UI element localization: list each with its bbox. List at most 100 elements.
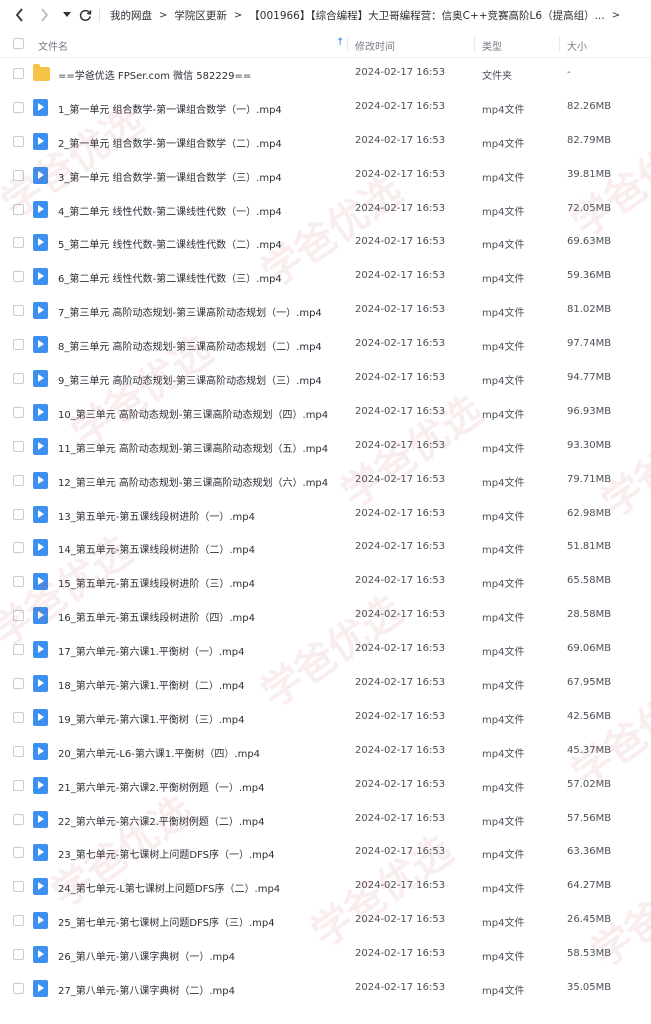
file-row[interactable]: 16_第五单元-第五课线段树进阶（四）.mp4 2024-02-17 16:53… <box>0 599 651 633</box>
row-checkbox[interactable] <box>13 474 24 486</box>
file-name[interactable]: 2_第一单元 组合数学-第一课组合数学（二）.mp4 <box>58 135 282 150</box>
file-row[interactable]: 26_第八单元-第八课字典树（一）.mp4 2024-02-17 16:53 m… <box>0 938 651 972</box>
file-name[interactable]: 6_第二单元 线性代数-第二课线性代数（三）.mp4 <box>58 270 282 285</box>
file-name[interactable]: 21_第六单元-第六课2.平衡树例题（一）.mp4 <box>58 779 265 794</box>
file-row[interactable]: 1_第一单元 组合数学-第一课组合数学（一）.mp4 2024-02-17 16… <box>0 91 651 125</box>
row-checkbox[interactable] <box>13 169 24 181</box>
file-row[interactable]: 23_第七单元-第七课树上问题DFS序（一）.mp4 2024-02-17 16… <box>0 836 651 870</box>
row-checkbox[interactable] <box>13 237 24 249</box>
file-row[interactable]: 6_第二单元 线性代数-第二课线性代数（三）.mp4 2024-02-17 16… <box>0 260 651 294</box>
file-row[interactable]: 8_第三单元 高阶动态规划-第三课高阶动态规划（二）.mp4 2024-02-1… <box>0 328 651 362</box>
file-name[interactable]: 7_第三单元 高阶动态规划-第三课高阶动态规划（一）.mp4 <box>58 304 322 319</box>
file-row[interactable]: 15_第五单元-第五课线段树进阶（三）.mp4 2024-02-17 16:53… <box>0 565 651 599</box>
row-checkbox[interactable] <box>13 711 24 723</box>
file-row[interactable]: 18_第六单元-第六课1.平衡树（二）.mp4 2024-02-17 16:53… <box>0 667 651 701</box>
select-all-checkbox[interactable] <box>13 38 24 49</box>
file-row[interactable]: 3_第一单元 组合数学-第一课组合数学（三）.mp4 2024-02-17 16… <box>0 159 651 193</box>
column-header-time[interactable]: 修改时间 <box>355 38 395 53</box>
file-name[interactable]: 26_第八单元-第八课字典树（一）.mp4 <box>58 948 235 963</box>
row-checkbox[interactable] <box>13 542 24 554</box>
file-name[interactable]: 3_第一单元 组合数学-第一课组合数学（三）.mp4 <box>58 169 282 184</box>
file-name[interactable]: 16_第五单元-第五课线段树进阶（四）.mp4 <box>58 609 255 624</box>
row-checkbox[interactable] <box>13 949 24 961</box>
file-name[interactable]: 12_第三单元 高阶动态规划-第三课高阶动态规划（六）.mp4 <box>58 474 328 489</box>
file-name[interactable]: 13_第五单元-第五课线段树进阶（一）.mp4 <box>58 508 255 523</box>
file-name[interactable]: 8_第三单元 高阶动态规划-第三课高阶动态规划（二）.mp4 <box>58 338 322 353</box>
row-checkbox[interactable] <box>13 915 24 927</box>
file-name[interactable]: 5_第二单元 线性代数-第二课线性代数（二）.mp4 <box>58 236 282 251</box>
file-row[interactable]: 22_第六单元-第六课2.平衡树例题（二）.mp4 2024-02-17 16:… <box>0 803 651 837</box>
row-checkbox[interactable] <box>13 271 24 283</box>
file-name[interactable]: 24_第七单元-L第七课树上问题DFS序（二）.mp4 <box>58 880 280 895</box>
row-checkbox[interactable] <box>13 339 24 351</box>
file-name[interactable]: 4_第二单元 线性代数-第二课线性代数（一）.mp4 <box>58 203 282 218</box>
file-name[interactable]: 9_第三单元 高阶动态规划-第三课高阶动态规划（三）.mp4 <box>58 372 322 387</box>
column-header-size[interactable]: 大小 <box>567 38 587 53</box>
row-checkbox[interactable] <box>13 305 24 317</box>
file-name[interactable]: 23_第七单元-第七课树上问题DFS序（一）.mp4 <box>58 846 275 861</box>
chevron-right-icon[interactable]: > <box>612 10 620 21</box>
file-row[interactable]: 13_第五单元-第五课线段树进阶（一）.mp4 2024-02-17 16:53… <box>0 498 651 532</box>
column-divider[interactable] <box>559 36 560 52</box>
back-button[interactable] <box>10 0 30 30</box>
row-checkbox[interactable] <box>13 847 24 859</box>
file-name[interactable]: 22_第六单元-第六课2.平衡树例题（二）.mp4 <box>58 813 265 828</box>
file-name[interactable]: 27_第八单元-第八课字典树（二）.mp4 <box>58 982 235 997</box>
column-divider[interactable] <box>474 36 475 52</box>
column-header-type[interactable]: 类型 <box>482 38 502 53</box>
file-row[interactable]: 25_第七单元-第七课树上问题DFS序（三）.mp4 2024-02-17 16… <box>0 904 651 938</box>
column-divider[interactable] <box>347 36 348 52</box>
file-name[interactable]: 25_第七单元-第七课树上问题DFS序（三）.mp4 <box>58 914 275 929</box>
row-checkbox[interactable] <box>13 813 24 825</box>
file-row[interactable]: ==学爸优选 FPSer.com 微信 582229== 2024-02-17 … <box>0 57 651 91</box>
row-checkbox[interactable] <box>13 101 24 113</box>
row-checkbox[interactable] <box>13 576 24 588</box>
file-row[interactable]: 5_第二单元 线性代数-第二课线性代数（二）.mp4 2024-02-17 16… <box>0 226 651 260</box>
row-checkbox[interactable] <box>13 440 24 452</box>
column-header-name[interactable]: 文件名 <box>38 38 68 53</box>
file-row[interactable]: 20_第六单元-L6-第六课1.平衡树（四）.mp4 2024-02-17 16… <box>0 735 651 769</box>
file-row[interactable]: 4_第二单元 线性代数-第二课线性代数（一）.mp4 2024-02-17 16… <box>0 193 651 227</box>
file-name[interactable]: 10_第三单元 高阶动态规划-第三课高阶动态规划（四）.mp4 <box>58 406 328 421</box>
file-name[interactable]: ==学爸优选 FPSer.com 微信 582229== <box>58 67 251 82</box>
file-row[interactable]: 24_第七单元-L第七课树上问题DFS序（二）.mp4 2024-02-17 1… <box>0 870 651 904</box>
file-row[interactable]: 21_第六单元-第六课2.平衡树例题（一）.mp4 2024-02-17 16:… <box>0 769 651 803</box>
row-checkbox[interactable] <box>13 135 24 147</box>
breadcrumb-item-root[interactable]: 我的网盘 <box>110 8 152 23</box>
breadcrumb-item-current[interactable]: 【001966】【综合编程】大卫哥编程营：信奥C++竞赛高阶L6（提高组）... <box>249 8 604 23</box>
forward-button[interactable] <box>34 0 54 30</box>
file-row[interactable]: 17_第六单元-第六课1.平衡树（一）.mp4 2024-02-17 16:53… <box>0 633 651 667</box>
file-name[interactable]: 19_第六单元-第六课1.平衡树（三）.mp4 <box>58 711 245 726</box>
file-row[interactable]: 10_第三单元 高阶动态规划-第三课高阶动态规划（四）.mp4 2024-02-… <box>0 396 651 430</box>
file-row[interactable]: 27_第八单元-第八课字典树（二）.mp4 2024-02-17 16:53 m… <box>0 972 651 1006</box>
row-checkbox[interactable] <box>13 745 24 757</box>
row-checkbox[interactable] <box>13 508 24 520</box>
file-name[interactable]: 18_第六单元-第六课1.平衡树（二）.mp4 <box>58 677 245 692</box>
file-name[interactable]: 11_第三单元 高阶动态规划-第三课高阶动态规划（五）.mp4 <box>58 440 328 455</box>
row-checkbox[interactable] <box>13 373 24 385</box>
row-checkbox[interactable] <box>13 779 24 791</box>
file-row[interactable]: 19_第六单元-第六课1.平衡树（三）.mp4 2024-02-17 16:53… <box>0 701 651 735</box>
file-row[interactable]: 2_第一单元 组合数学-第一课组合数学（二）.mp4 2024-02-17 16… <box>0 125 651 159</box>
file-name[interactable]: 15_第五单元-第五课线段树进阶（三）.mp4 <box>58 575 255 590</box>
row-checkbox[interactable] <box>13 406 24 418</box>
file-row[interactable]: 14_第五单元-第五课线段树进阶（二）.mp4 2024-02-17 16:53… <box>0 531 651 565</box>
row-checkbox[interactable] <box>13 203 24 215</box>
row-checkbox[interactable] <box>13 678 24 690</box>
arrow-up-icon[interactable]: ↑ <box>336 37 344 48</box>
file-name[interactable]: 14_第五单元-第五课线段树进阶（二）.mp4 <box>58 541 255 556</box>
row-checkbox[interactable] <box>13 983 24 995</box>
file-name[interactable]: 17_第六单元-第六课1.平衡树（一）.mp4 <box>58 643 245 658</box>
file-row[interactable]: 12_第三单元 高阶动态规划-第三课高阶动态规划（六）.mp4 2024-02-… <box>0 464 651 498</box>
row-checkbox[interactable] <box>13 644 24 656</box>
refresh-button[interactable] <box>76 0 94 30</box>
file-row[interactable]: 11_第三单元 高阶动态规划-第三课高阶动态规划（五）.mp4 2024-02-… <box>0 430 651 464</box>
file-name[interactable]: 20_第六单元-L6-第六课1.平衡树（四）.mp4 <box>58 745 260 760</box>
file-row[interactable]: 7_第三单元 高阶动态规划-第三课高阶动态规划（一）.mp4 2024-02-1… <box>0 294 651 328</box>
history-dropdown-button[interactable] <box>60 0 74 30</box>
row-checkbox[interactable] <box>13 610 24 622</box>
file-row[interactable]: 9_第三单元 高阶动态规划-第三课高阶动态规划（三）.mp4 2024-02-1… <box>0 362 651 396</box>
breadcrumb-item-academy[interactable]: 学院区更新 <box>174 8 227 23</box>
file-name[interactable]: 1_第一单元 组合数学-第一课组合数学（一）.mp4 <box>58 101 282 116</box>
row-checkbox[interactable] <box>13 881 24 893</box>
